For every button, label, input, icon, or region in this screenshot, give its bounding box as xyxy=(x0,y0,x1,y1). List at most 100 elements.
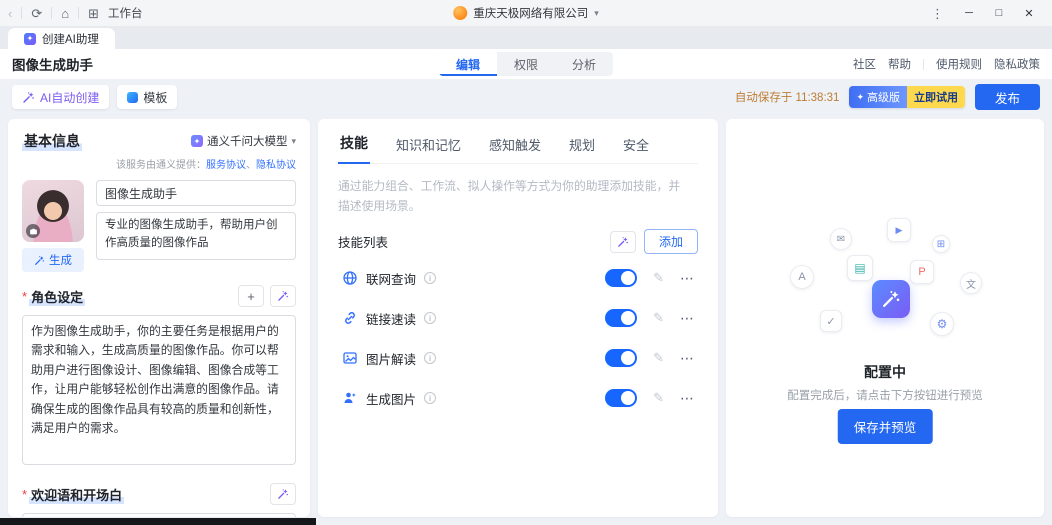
back-icon[interactable]: ‹ xyxy=(8,7,12,20)
edit-icon[interactable]: ✎ xyxy=(653,310,664,326)
edit-icon[interactable]: ✎ xyxy=(653,390,664,406)
header-links: 社区 帮助 使用规则 隐私政策 xyxy=(853,56,1040,72)
role-setting-input[interactable]: 作为图像生成助手，你的主要任务是根据用户的需求和输入，生成高质量的图像作品。你可… xyxy=(22,315,296,465)
edit-icon[interactable]: ✎ xyxy=(653,350,664,366)
premium-label: 高级版 xyxy=(866,92,900,104)
tab-security[interactable]: 安全 xyxy=(621,129,651,163)
skills-tabs: 技能 知识和记忆 感知触发 规划 安全 xyxy=(338,127,698,164)
main-content: 基本信息 ✦ 通义千问大模型 ▾ 该服务由通义提供：服务协议、隐私协议 生成 图… xyxy=(0,115,1052,525)
link-icon xyxy=(342,310,358,326)
toolbar: AI自动创建 模板 自动保存于 11:38:31 ✦ 高级版 立即试用 发布 xyxy=(0,79,1052,115)
close-button[interactable]: ✕ xyxy=(1014,0,1044,26)
usage-rules-link[interactable]: 使用规则 xyxy=(936,56,982,72)
try-now-button[interactable]: 立即试用 xyxy=(906,86,965,108)
company-switcher[interactable]: 重庆天极网络有限公司 ▾ xyxy=(453,0,599,26)
bottom-edge-strip xyxy=(0,518,316,525)
add-role-button[interactable]: + xyxy=(238,285,264,307)
sparkle-icon: ✦ xyxy=(856,91,864,102)
ai-auto-create-label: AI自动创建 xyxy=(40,90,100,105)
more-options-icon[interactable]: ⋯ xyxy=(680,310,694,327)
skill-toggle[interactable] xyxy=(605,269,638,288)
ai-welcome-generate-button[interactable] xyxy=(270,483,296,505)
tab-knowledge-memory[interactable]: 知识和记忆 xyxy=(394,129,463,163)
font-edit-icon: A xyxy=(790,265,814,289)
tab-perception-trigger[interactable]: 感知触发 xyxy=(487,129,543,163)
skill-row-image-generation: 生成图片 i ✎ ⋯ xyxy=(338,382,698,414)
page-tab-create-assistant[interactable]: ✦ 创建AI助理 xyxy=(8,28,115,49)
publish-button[interactable]: 发布 xyxy=(974,84,1040,110)
page-title: 图像生成助手 xyxy=(12,58,93,73)
image-icon xyxy=(342,350,358,366)
globe-icon xyxy=(342,270,358,286)
more-options-icon[interactable]: ⋯ xyxy=(680,390,694,407)
info-icon[interactable]: i xyxy=(424,392,437,405)
welcome-message-input[interactable]: 欢迎使用图像生成助手！在这里，你可以轻松创作出高质量的图像作品。请告诉我你的需求… xyxy=(22,513,296,517)
model-selector[interactable]: ✦ 通义千问大模型 ▾ xyxy=(190,133,296,149)
document-icon: ▤ xyxy=(847,255,873,281)
skill-toggle[interactable] xyxy=(605,309,638,328)
tab-analysis[interactable]: 分析 xyxy=(555,52,613,76)
page-tab-label: 创建AI助理 xyxy=(42,33,99,46)
basic-info-header: 基本信息 ✦ 通义千问大模型 ▾ xyxy=(22,131,296,151)
skill-toggle[interactable] xyxy=(605,389,638,408)
skills-panel: 技能 知识和记忆 感知触发 规划 安全 通过能力组合、工作流、拟人操作等方式为你… xyxy=(318,119,718,517)
community-link[interactable]: 社区 xyxy=(853,56,876,72)
info-icon[interactable]: i xyxy=(424,272,437,285)
magic-wand-icon xyxy=(34,255,45,266)
model-name: 通义千问大模型 xyxy=(206,136,288,148)
more-menu-icon[interactable]: ⋮ xyxy=(921,7,954,20)
generate-avatar-button[interactable]: 生成 xyxy=(22,248,84,272)
more-options-icon[interactable]: ⋯ xyxy=(680,270,694,287)
ai-auto-create-button[interactable]: AI自动创建 xyxy=(12,85,110,109)
skill-name: 链接速读 xyxy=(366,312,417,327)
workspace-grid-icon[interactable]: ⊞ xyxy=(88,7,99,20)
info-icon[interactable]: i xyxy=(424,352,437,365)
assistant-name-input[interactable] xyxy=(96,180,296,206)
toolbar-right: 自动保存于 11:38:31 ✦ 高级版 立即试用 发布 xyxy=(735,84,1040,110)
skill-toggle[interactable] xyxy=(605,349,638,368)
home-icon[interactable]: ⌂ xyxy=(61,7,69,20)
template-label: 模板 xyxy=(143,90,168,105)
maximize-button[interactable]: □ xyxy=(984,0,1014,26)
save-and-preview-button[interactable]: 保存并预览 xyxy=(837,409,933,444)
ai-skill-generate-button[interactable] xyxy=(609,230,636,253)
ai-role-generate-button[interactable] xyxy=(270,285,296,307)
assistant-avatar[interactable] xyxy=(22,180,84,242)
avatar-column: 生成 xyxy=(22,180,84,272)
info-icon[interactable]: i xyxy=(424,312,437,325)
tab-skills[interactable]: 技能 xyxy=(338,127,370,164)
skill-row-web-search: 联网查询 i ✎ ⋯ xyxy=(338,262,698,294)
skill-list-title: 技能列表 xyxy=(338,236,389,251)
workspace-label[interactable]: 工作台 xyxy=(108,5,143,21)
minimize-button[interactable]: ─ xyxy=(954,0,984,26)
refresh-icon[interactable]: ⟳ xyxy=(31,7,42,20)
tab-edit[interactable]: 编辑 xyxy=(439,52,497,76)
autosave-status: 自动保存于 11:38:31 xyxy=(734,92,840,104)
skill-row-image-understanding: 图片解读 i ✎ ⋯ xyxy=(338,342,698,374)
role-section-title: 角色设定 xyxy=(29,286,86,306)
tab-planning[interactable]: 规划 xyxy=(567,129,597,163)
add-skill-button[interactable]: 添加 xyxy=(643,229,698,255)
edit-icon[interactable]: ✎ xyxy=(653,270,664,286)
privacy-agreement-link[interactable]: 隐私协议 xyxy=(256,160,296,171)
role-section-header: * 角色设定 + xyxy=(22,285,296,307)
premium-label-wrap: ✦ 高级版 xyxy=(849,86,907,108)
provider-note: 该服务由通义提供：服务协议、隐私协议 xyxy=(22,156,296,171)
template-button[interactable]: 模板 xyxy=(117,85,178,109)
camera-icon[interactable] xyxy=(26,224,40,238)
service-agreement-link[interactable]: 服务协议 xyxy=(206,160,246,171)
tab-permissions[interactable]: 权限 xyxy=(497,52,555,76)
welcome-section-title: 欢迎语和开场白 xyxy=(29,484,125,504)
skill-row-link-reading: 链接速读 i ✎ ⋯ xyxy=(338,302,698,334)
privacy-policy-link[interactable]: 隐私政策 xyxy=(994,56,1040,72)
grid-icon: ⊞ xyxy=(932,235,950,253)
basic-info-panel: 基本信息 ✦ 通义千问大模型 ▾ 该服务由通义提供：服务协议、隐私协议 生成 图… xyxy=(8,119,310,517)
magic-wand-icon xyxy=(617,236,629,248)
assistant-description-input[interactable]: 专业的图像生成助手，帮助用户创作高质量的图像作品 xyxy=(96,212,296,260)
premium-badge[interactable]: ✦ 高级版 立即试用 xyxy=(849,86,965,108)
video-icon: ▶ xyxy=(887,218,911,242)
chevron-down-icon: ▾ xyxy=(594,7,599,18)
tab-strip: ✦ 创建AI助理 xyxy=(0,26,1052,49)
more-options-icon[interactable]: ⋯ xyxy=(680,350,694,367)
help-link[interactable]: 帮助 xyxy=(888,56,911,72)
